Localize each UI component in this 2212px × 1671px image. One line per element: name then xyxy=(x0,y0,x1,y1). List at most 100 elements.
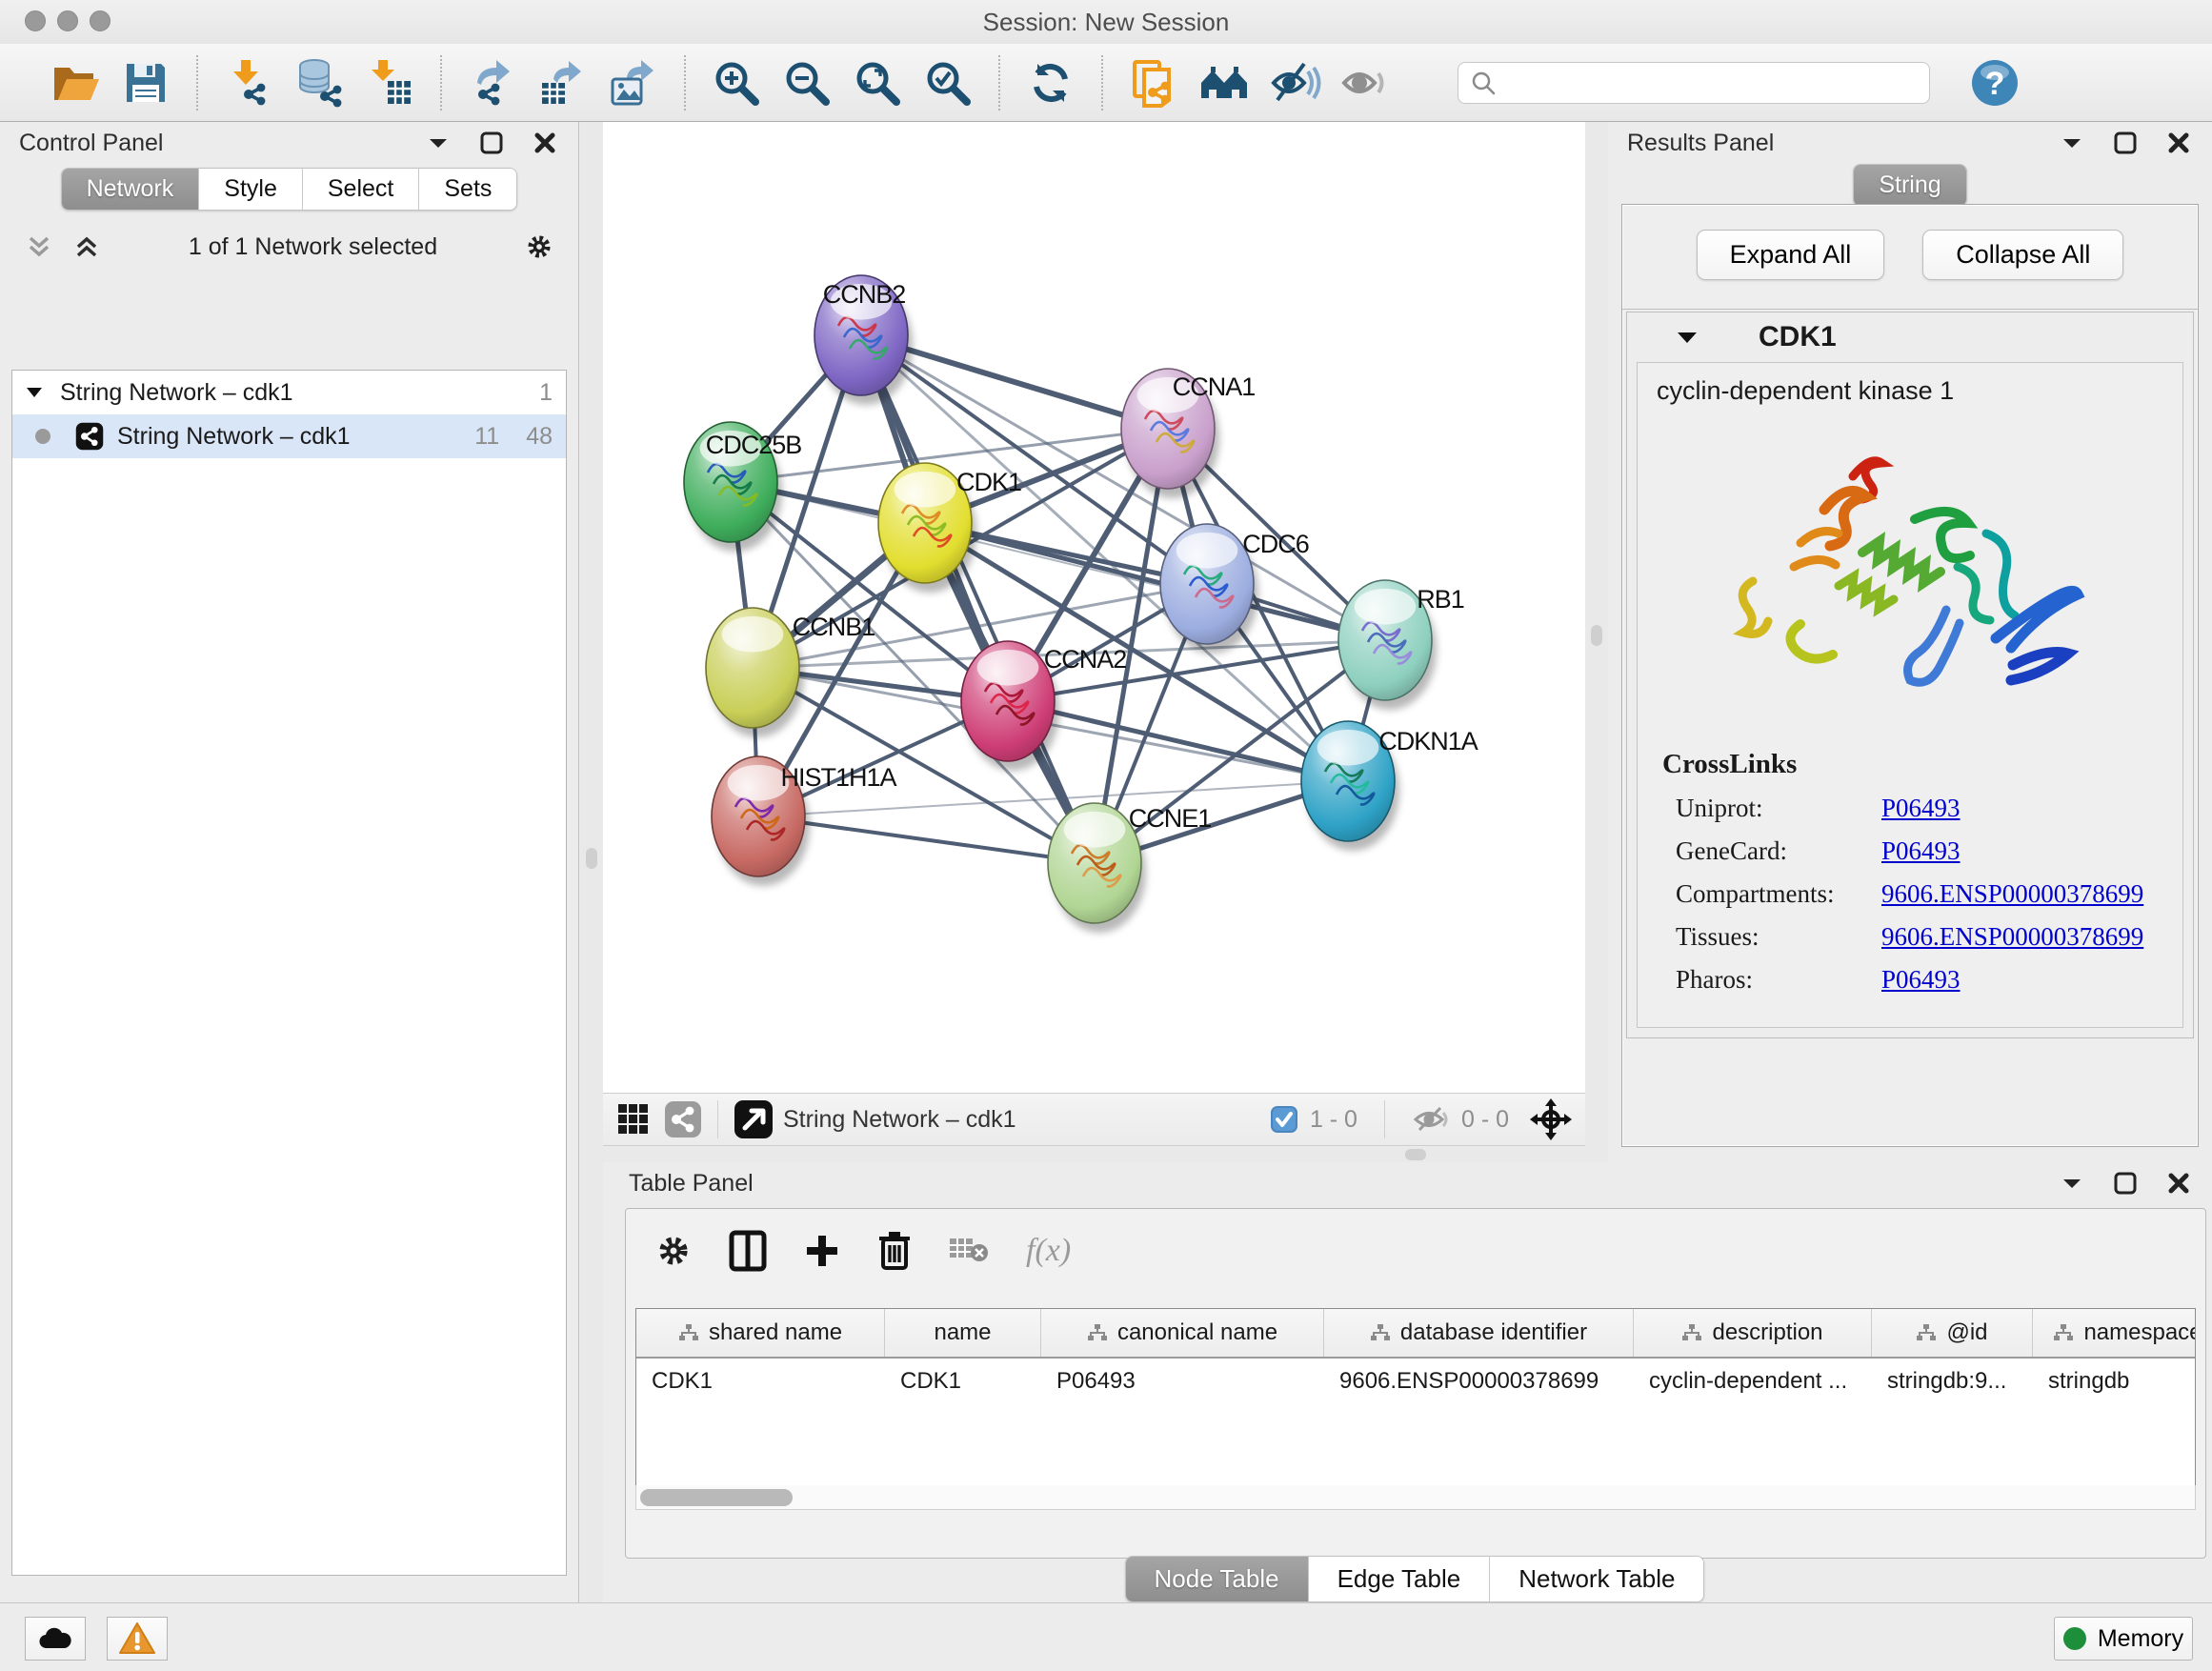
table-cell[interactable]: CDK1 xyxy=(885,1368,1041,1395)
column-header-description[interactable]: description xyxy=(1634,1309,1872,1357)
export-image-button[interactable] xyxy=(604,52,663,113)
column-header-shared-name[interactable]: shared name xyxy=(636,1309,885,1357)
table-panel-menu-icon[interactable] xyxy=(2058,1169,2086,1198)
refresh-button[interactable] xyxy=(1021,52,1080,113)
column-header-namespace[interactable]: namespace xyxy=(2033,1309,2196,1357)
string-app-icon[interactable] xyxy=(664,1100,702,1138)
zoom-fit-button[interactable] xyxy=(848,52,907,113)
crosslink-link[interactable]: 9606.ENSP00000378699 xyxy=(1881,922,2143,952)
search-input[interactable] xyxy=(1497,70,1897,96)
node-RB1[interactable]: RB1 xyxy=(1338,580,1464,710)
table-cell[interactable]: 9606.ENSP00000378699 xyxy=(1324,1368,1634,1395)
tab-node-table[interactable]: Node Table xyxy=(1126,1557,1309,1601)
open-session-button[interactable] xyxy=(46,52,105,113)
table-panel-float-icon[interactable] xyxy=(2111,1169,2140,1198)
tab-select[interactable]: Select xyxy=(303,169,419,210)
table-cell[interactable]: cyclin-dependent ... xyxy=(1634,1368,1872,1395)
collapse-all-button[interactable]: Collapse All xyxy=(1922,230,2123,280)
column-header-database-identifier[interactable]: database identifier xyxy=(1324,1309,1634,1357)
results-panel-float-icon[interactable] xyxy=(2111,129,2140,157)
birdseye-view-icon[interactable] xyxy=(734,1099,774,1139)
tab-edge-table[interactable]: Edge Table xyxy=(1309,1557,1491,1601)
results-panel-menu-icon[interactable] xyxy=(2058,129,2086,157)
network-nodes[interactable]: CCNB2 CCNA1 CDC25B CDK1 CDC6 RB1 CCNB1 C… xyxy=(684,275,1478,933)
copy-network-button[interactable] xyxy=(1124,52,1183,113)
column-header-name[interactable]: name xyxy=(885,1309,1041,1357)
crosslink-link[interactable]: P06493 xyxy=(1881,965,1961,995)
import-network-button[interactable] xyxy=(219,52,278,113)
search-box[interactable] xyxy=(1458,62,1930,104)
node-table[interactable]: shared name name canonical name database… xyxy=(635,1308,2196,1495)
tab-sets[interactable]: Sets xyxy=(419,169,516,210)
node-HIST1H1A[interactable]: HIST1H1A xyxy=(712,756,897,886)
bottom-splitter-handle[interactable] xyxy=(1405,1149,1426,1160)
control-panel-menu-icon[interactable] xyxy=(424,129,452,157)
node-CCNE1[interactable]: CCNE1 xyxy=(1048,803,1211,933)
table-cell[interactable]: P06493 xyxy=(1041,1368,1324,1395)
table-cell[interactable]: stringdb xyxy=(2033,1368,2196,1395)
right-splitter-handle[interactable] xyxy=(1591,625,1602,646)
gear-icon[interactable] xyxy=(525,232,553,261)
table-hscrollbar[interactable] xyxy=(635,1485,2196,1510)
delete-table-button[interactable] xyxy=(948,1235,990,1267)
table-cell[interactable]: stringdb:9... xyxy=(1872,1368,2033,1395)
tree-row-network[interactable]: String Network – cdk1 11 48 xyxy=(12,414,566,458)
results-panel-close-icon[interactable] xyxy=(2164,129,2193,157)
table-panel-close-icon[interactable] xyxy=(2164,1169,2193,1198)
delete-column-button[interactable] xyxy=(877,1230,912,1272)
control-panel-float-icon[interactable] xyxy=(477,129,506,157)
table-hscrollbar-thumb[interactable] xyxy=(640,1489,793,1506)
hidden-eye-icon[interactable] xyxy=(1412,1105,1450,1134)
expand-all-button[interactable]: Expand All xyxy=(1697,230,1885,280)
crosslink-link[interactable]: P06493 xyxy=(1881,836,1961,866)
grid-view-icon[interactable] xyxy=(616,1102,651,1137)
tab-style[interactable]: Style xyxy=(199,169,303,210)
node-CDKN1A[interactable]: CDKN1A xyxy=(1301,721,1478,851)
table-cell[interactable]: CDK1 xyxy=(636,1368,885,1395)
save-session-button[interactable] xyxy=(116,52,175,113)
add-column-button[interactable] xyxy=(803,1232,841,1270)
network-canvas[interactable]: CCNB2 CCNA1 CDC25B CDK1 CDC6 RB1 CCNB1 C… xyxy=(603,122,1585,1093)
export-table-button[interactable] xyxy=(533,52,593,113)
gene-collapse-icon[interactable] xyxy=(1673,323,1701,352)
cloud-button[interactable] xyxy=(25,1617,86,1661)
node-CCNB1[interactable]: CCNB1 xyxy=(706,608,875,737)
tab-network-table[interactable]: Network Table xyxy=(1490,1557,1703,1601)
show-columns-button[interactable] xyxy=(729,1230,767,1272)
edge-CCNB2-CCNE1[interactable] xyxy=(861,335,1095,863)
left-splitter[interactable] xyxy=(580,122,603,1602)
column-header--id[interactable]: @id xyxy=(1872,1309,2033,1357)
node-CCNA1[interactable]: CCNA1 xyxy=(1121,369,1255,498)
table-settings-button[interactable] xyxy=(654,1232,693,1270)
node-CDC6[interactable]: CDC6 xyxy=(1160,524,1309,654)
tree-expand-icon[interactable] xyxy=(26,387,43,398)
tree-row-collection[interactable]: String Network – cdk1 1 xyxy=(12,371,566,414)
collapse-all-icon[interactable] xyxy=(25,232,53,261)
selected-checkbox-icon[interactable] xyxy=(1270,1105,1298,1134)
tab-string[interactable]: String xyxy=(1854,165,1965,206)
tab-network[interactable]: Network xyxy=(62,169,200,210)
help-button[interactable]: ? xyxy=(1970,58,2020,108)
node-CDK1[interactable]: CDK1 xyxy=(878,463,1021,593)
crosslink-link[interactable]: 9606.ENSP00000378699 xyxy=(1881,879,2143,909)
crosslink-link[interactable]: P06493 xyxy=(1881,794,1961,823)
table-row[interactable]: CDK1CDK1P064939606.ENSP00000378699cyclin… xyxy=(636,1359,2195,1404)
left-splitter-handle[interactable] xyxy=(586,848,597,869)
zoom-selected-button[interactable] xyxy=(918,52,977,113)
expand-all-icon[interactable] xyxy=(72,232,101,261)
function-builder-icon[interactable]: f(x) xyxy=(1026,1233,1071,1269)
memory-button[interactable]: Memory xyxy=(2054,1617,2193,1661)
zoom-in-button[interactable] xyxy=(707,52,766,113)
show-all-button[interactable] xyxy=(1336,52,1395,113)
string-network-graph[interactable]: CCNB2 CCNA1 CDC25B CDK1 CDC6 RB1 CCNB1 C… xyxy=(603,122,1585,1093)
node-CDC25B[interactable]: CDC25B xyxy=(684,422,801,552)
zoom-out-button[interactable] xyxy=(777,52,836,113)
warning-button[interactable] xyxy=(107,1617,168,1661)
right-splitter[interactable] xyxy=(1585,122,1608,1147)
hide-selected-button[interactable] xyxy=(1265,52,1324,113)
home-button[interactable] xyxy=(1195,52,1254,113)
export-network-button[interactable] xyxy=(463,52,522,113)
fit-content-icon[interactable] xyxy=(1530,1098,1572,1140)
control-panel-close-icon[interactable] xyxy=(531,129,559,157)
import-database-button[interactable] xyxy=(290,52,349,113)
